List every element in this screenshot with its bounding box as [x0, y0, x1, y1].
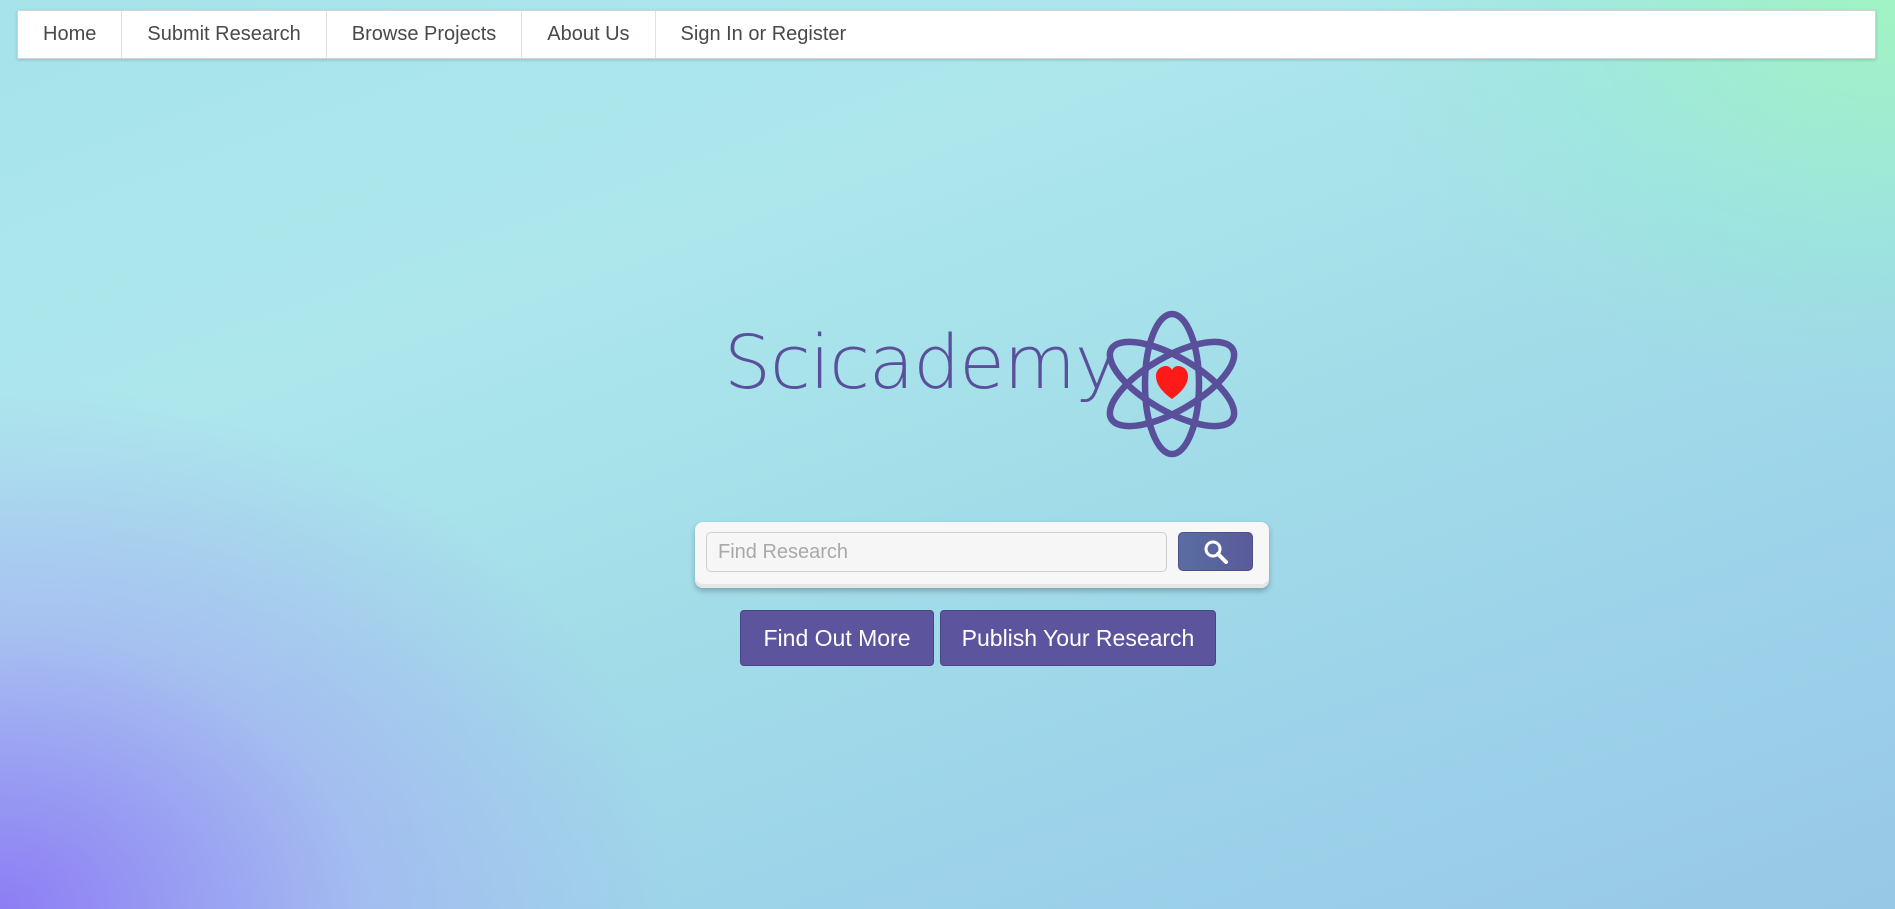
brand-name: Scicademy — [724, 320, 1119, 406]
search-icon — [1204, 540, 1228, 564]
search-panel — [695, 522, 1269, 588]
top-navigation: Home Submit Research Browse Projects Abo… — [17, 10, 1876, 59]
nav-sign-in-register[interactable]: Sign In or Register — [656, 11, 872, 58]
nav-browse-projects[interactable]: Browse Projects — [327, 11, 523, 58]
nav-about-us[interactable]: About Us — [522, 11, 656, 58]
heart-icon — [1156, 366, 1188, 399]
find-out-more-button[interactable]: Find Out More — [740, 610, 934, 666]
nav-submit-research[interactable]: Submit Research — [122, 11, 327, 58]
search-button[interactable] — [1178, 532, 1253, 571]
atom-heart-icon — [1106, 310, 1238, 458]
nav-home[interactable]: Home — [18, 11, 123, 58]
brand-logo: Scicademy — [718, 306, 1243, 462]
publish-research-button[interactable]: Publish Your Research — [940, 610, 1216, 666]
search-input[interactable] — [706, 532, 1167, 572]
